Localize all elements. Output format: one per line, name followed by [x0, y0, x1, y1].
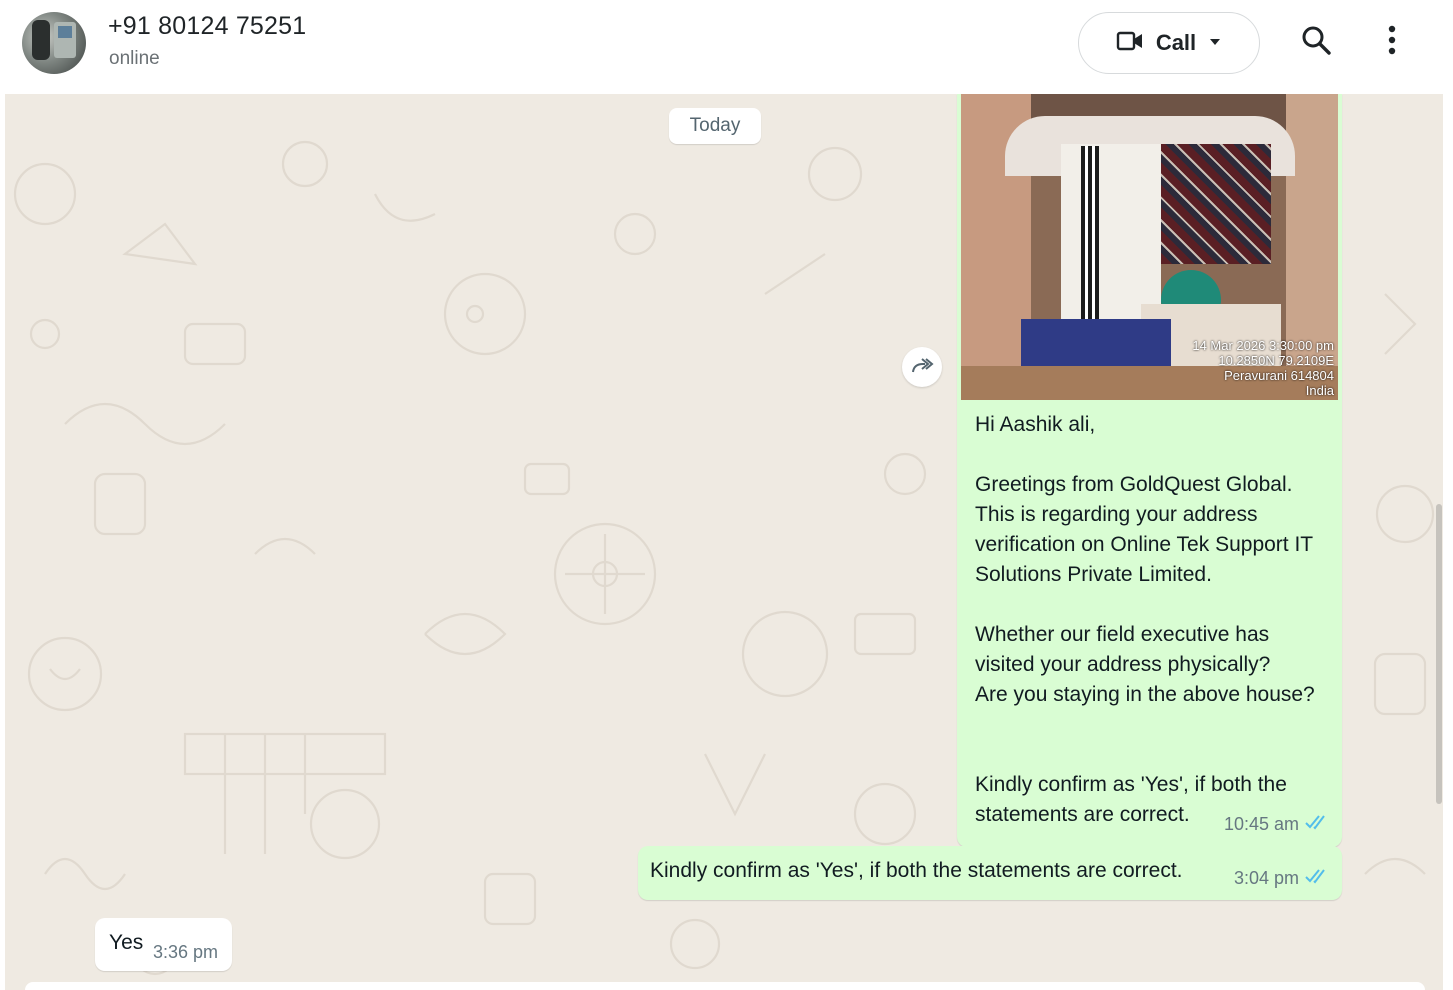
message-text: Yes — [109, 931, 144, 954]
message-outgoing-image[interactable]: 14 Mar 2026 3:30:00 pm 10.2850N 79.2109E… — [957, 94, 1342, 847]
geotag-line: 10.2850N 79.2109E — [1218, 353, 1334, 368]
contact-status: online — [109, 48, 160, 69]
message-meta: 3:36 pm — [153, 942, 218, 963]
double-check-icon — [1305, 868, 1331, 889]
message-meta: 10:45 am — [1224, 814, 1331, 835]
message-time: 3:04 pm — [1234, 868, 1300, 888]
caret-down-icon — [1208, 34, 1222, 52]
composer-bar[interactable] — [25, 982, 1425, 990]
search-button[interactable] — [1294, 20, 1338, 64]
message-paragraph: Whether our field executive has visited … — [975, 623, 1315, 706]
contact-avatar[interactable] — [22, 12, 86, 74]
double-check-icon — [1305, 814, 1331, 835]
message-greeting: Hi Aashik ali, — [975, 413, 1096, 436]
geotag-line: India — [1305, 383, 1334, 398]
date-separator: Today — [669, 108, 761, 144]
chat-area[interactable]: Today 14 Mar 2026 3:30:00 pm 10.2850N 79… — [5, 94, 1443, 990]
geotag-line: 14 Mar 2026 3:30:00 pm — [1192, 338, 1334, 353]
message-meta: 3:04 pm — [1234, 868, 1331, 889]
message-paragraph: Greetings from GoldQuest Global. This is… — [975, 473, 1314, 586]
forward-button[interactable] — [902, 347, 942, 387]
call-button-label: Call — [1155, 30, 1197, 55]
search-icon — [1301, 25, 1331, 60]
menu-button[interactable] — [1370, 20, 1414, 64]
more-vertical-icon — [1388, 25, 1396, 60]
forward-icon — [910, 355, 934, 380]
message-outgoing[interactable]: Kindly confirm as 'Yes', if both the sta… — [638, 846, 1342, 900]
photo-geotag-stamp: 14 Mar 2026 3:30:00 pm 10.2850N 79.2109E… — [1192, 338, 1334, 398]
chat-scrollbar[interactable] — [1436, 504, 1442, 804]
contact-name[interactable]: +91 80124 75251 — [108, 12, 306, 41]
call-button[interactable]: Call — [1078, 12, 1260, 74]
message-time: 10:45 am — [1224, 814, 1300, 834]
chat-header: +91 80124 75251 online Call — [0, 0, 1453, 94]
message-incoming[interactable]: Yes 3:36 pm — [95, 918, 232, 971]
geotag-line: Peravurani 614804 — [1224, 368, 1334, 383]
message-photo[interactable]: 14 Mar 2026 3:30:00 pm 10.2850N 79.2109E… — [961, 94, 1338, 400]
message-time: 3:36 pm — [153, 942, 219, 962]
message-text: Kindly confirm as 'Yes', if both the sta… — [650, 859, 1183, 882]
video-camera-icon — [1116, 30, 1144, 57]
